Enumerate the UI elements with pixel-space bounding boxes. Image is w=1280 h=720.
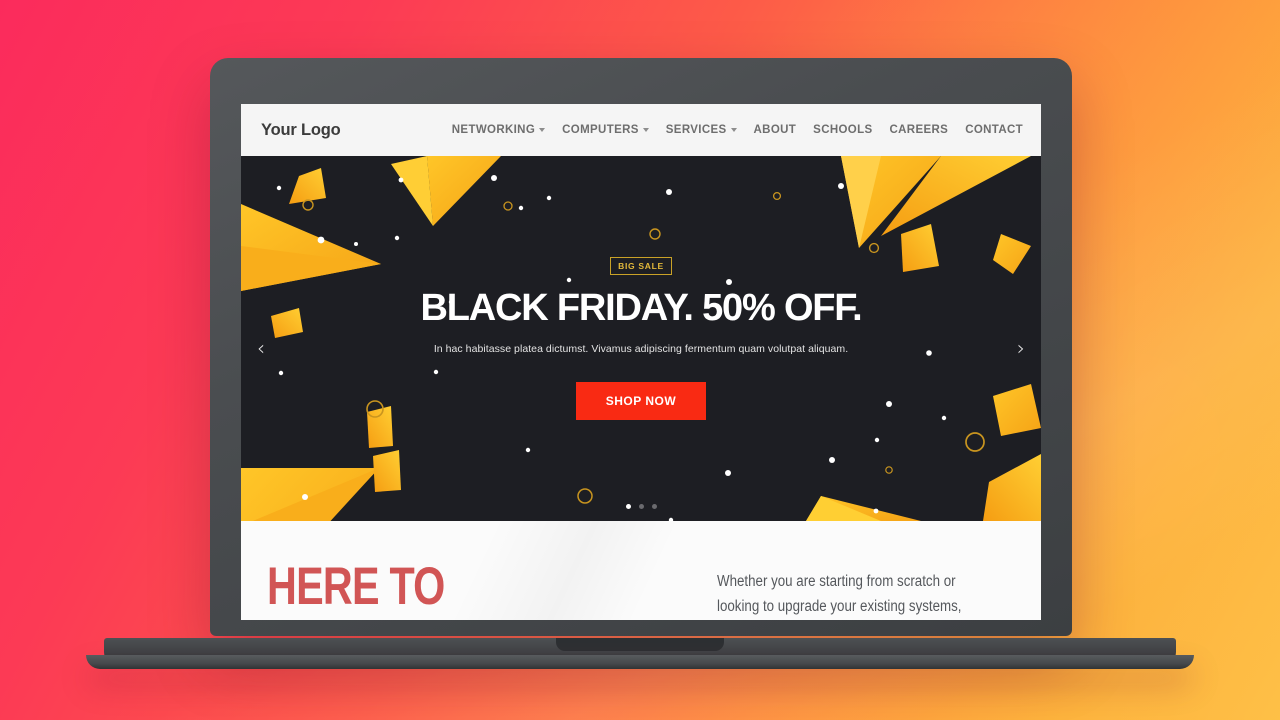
carousel-prev-icon[interactable]: ‹ (257, 338, 265, 358)
nav-item-about[interactable]: ABOUT (754, 124, 797, 136)
nav-item-label: CAREERS (889, 124, 949, 136)
lower-content-section: HERE TO Whether you are starting from sc… (241, 521, 1041, 620)
nav-item-schools[interactable]: SCHOOLS (813, 124, 872, 136)
carousel-dot[interactable] (625, 504, 631, 509)
nav-item-computers[interactable]: COMPUTERS (562, 124, 649, 136)
laptop-mockup: Your Logo NETWORKING COMPUTERS SERVICES … (0, 0, 1280, 720)
nav-item-contact[interactable]: CONTACT (965, 124, 1023, 136)
laptop-base-lip (86, 655, 1194, 669)
nav-item-label: COMPUTERS (562, 124, 639, 136)
laptop-base-notch (556, 638, 724, 651)
hero-banner: BIG SALE BLACK FRIDAY. 50% OFF. In hac h… (241, 156, 1041, 521)
laptop-screen: Your Logo NETWORKING COMPUTERS SERVICES … (241, 104, 1041, 620)
site-logo[interactable]: Your Logo (261, 121, 341, 140)
carousel-next-icon[interactable]: › (1017, 338, 1025, 358)
nav-item-networking[interactable]: NETWORKING (451, 124, 546, 136)
carousel-dot[interactable] (638, 504, 644, 509)
section-heading: HERE TO (267, 557, 445, 616)
shop-now-button[interactable]: SHOP NOW (575, 382, 707, 420)
hero-subtitle: In hac habitasse platea dictumst. Vivamu… (433, 343, 849, 355)
nav-item-careers[interactable]: CAREERS (890, 124, 949, 136)
chevron-down-icon (642, 128, 649, 132)
nav-item-services[interactable]: SERVICES (666, 124, 737, 136)
nav-item-label: SERVICES (665, 124, 727, 136)
site-header: Your Logo NETWORKING COMPUTERS SERVICES … (241, 104, 1041, 156)
nav-item-label: ABOUT (753, 124, 797, 136)
nav-item-label: SCHOOLS (813, 124, 873, 136)
hero-title: BLACK FRIDAY. 50% OFF. (420, 287, 863, 329)
chevron-down-icon (730, 128, 737, 132)
nav-item-label: CONTACT (965, 124, 1023, 136)
carousel-dots (241, 504, 1041, 509)
carousel-dot[interactable] (651, 504, 657, 509)
chevron-down-icon (539, 128, 546, 132)
section-body-text: Whether you are starting from scratch or… (717, 573, 962, 616)
nav-item-label: NETWORKING (451, 124, 536, 136)
hero-content: BIG SALE BLACK FRIDAY. 50% OFF. In hac h… (241, 156, 1041, 521)
big-sale-badge: BIG SALE (610, 257, 672, 275)
main-navigation: NETWORKING COMPUTERS SERVICES ABOUT SCHO… (452, 124, 1023, 136)
